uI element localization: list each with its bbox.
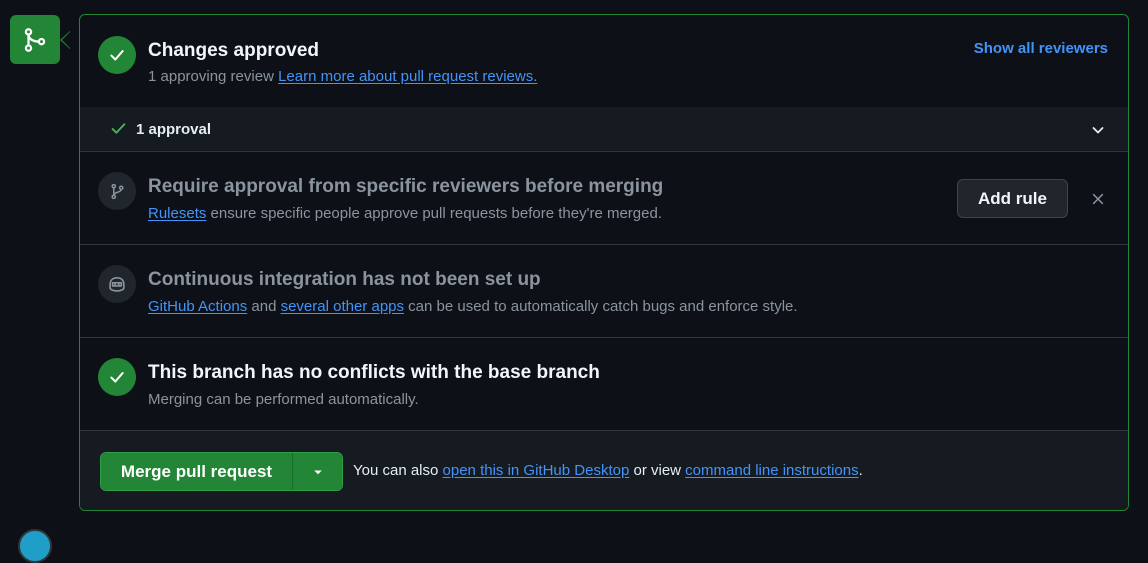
check-icon (111, 123, 126, 134)
ci-text: can be used to automatically catch bugs … (408, 298, 798, 315)
check-icon (110, 372, 124, 383)
no-conflicts-subtitle: Merging can be performed automatically. (148, 391, 419, 408)
merge-alt-suffix: . (858, 462, 863, 479)
ruleset-text: ensure specific people approve pull requ… (210, 205, 662, 222)
conflict-status: This branch has no conflicts with the ba… (80, 338, 1128, 431)
merge-box: Changes approved 1 approving review Lear… (79, 14, 1129, 511)
approved-subtitle: 1 approving review Learn more about pull… (148, 68, 537, 85)
ci-title: Continuous integration has not been set … (148, 269, 541, 290)
no-conflicts-title: This branch has no conflicts with the ba… (148, 362, 600, 383)
rulesets-link[interactable]: Rulesets (148, 205, 206, 222)
git-branch-icon (110, 183, 124, 199)
copilot-icon (109, 276, 125, 292)
add-rule-button[interactable]: Add rule (957, 179, 1068, 218)
badge-pointer (60, 31, 70, 49)
merge-button-group: Merge pull request (100, 452, 343, 491)
dismiss-button[interactable] (1088, 189, 1108, 209)
approval-list-toggle[interactable]: 1 approval (80, 107, 1128, 152)
other-apps-link[interactable]: several other apps (281, 298, 404, 315)
command-line-instructions-link[interactable]: command line instructions (685, 462, 858, 479)
ci-description: GitHub Actions and several other apps ca… (148, 298, 798, 315)
approval-summary: Changes approved 1 approving review Lear… (80, 15, 1128, 107)
ci-and-text: and (251, 298, 277, 315)
ci-status: Continuous integration has not been set … (80, 245, 1128, 338)
merge-status-badge (10, 15, 60, 64)
no-conflicts-status-circle (98, 358, 136, 396)
avatar[interactable] (18, 529, 52, 563)
ruleset-title: Require approval from specific reviewers… (148, 176, 664, 197)
merge-alt-middle: or view (633, 462, 681, 479)
approved-status-circle (98, 36, 136, 74)
x-icon (1092, 193, 1104, 205)
open-in-desktop-link[interactable]: open this in GitHub Desktop (443, 462, 630, 479)
ruleset-icon-circle (98, 172, 136, 210)
approval-count-label: 1 approval (136, 121, 212, 138)
approved-title: Changes approved (148, 40, 320, 61)
merge-method-dropdown[interactable] (292, 453, 342, 490)
chevron-down-icon[interactable] (1090, 122, 1106, 138)
ruleset-description: Rulesets ensure specific people approve … (148, 205, 662, 222)
merge-pull-request-button[interactable]: Merge pull request (101, 453, 292, 490)
ci-icon-circle (98, 265, 136, 303)
triangle-down-icon (313, 470, 322, 474)
check-icon (110, 50, 124, 61)
github-actions-link[interactable]: GitHub Actions (148, 298, 247, 315)
learn-more-reviews-link[interactable]: Learn more about pull request reviews. (278, 68, 537, 85)
ruleset-suggestion: Require approval from specific reviewers… (80, 152, 1128, 245)
approving-review-count: 1 approving review (148, 68, 274, 85)
merge-alternatives: You can also open this in GitHub Desktop… (353, 462, 863, 479)
show-all-reviewers-link[interactable]: Show all reviewers (974, 40, 1108, 57)
git-merge-icon (24, 27, 46, 52)
merge-actions: Merge pull request You can also open thi… (80, 431, 1128, 510)
merge-alt-prefix: You can also (353, 462, 439, 479)
